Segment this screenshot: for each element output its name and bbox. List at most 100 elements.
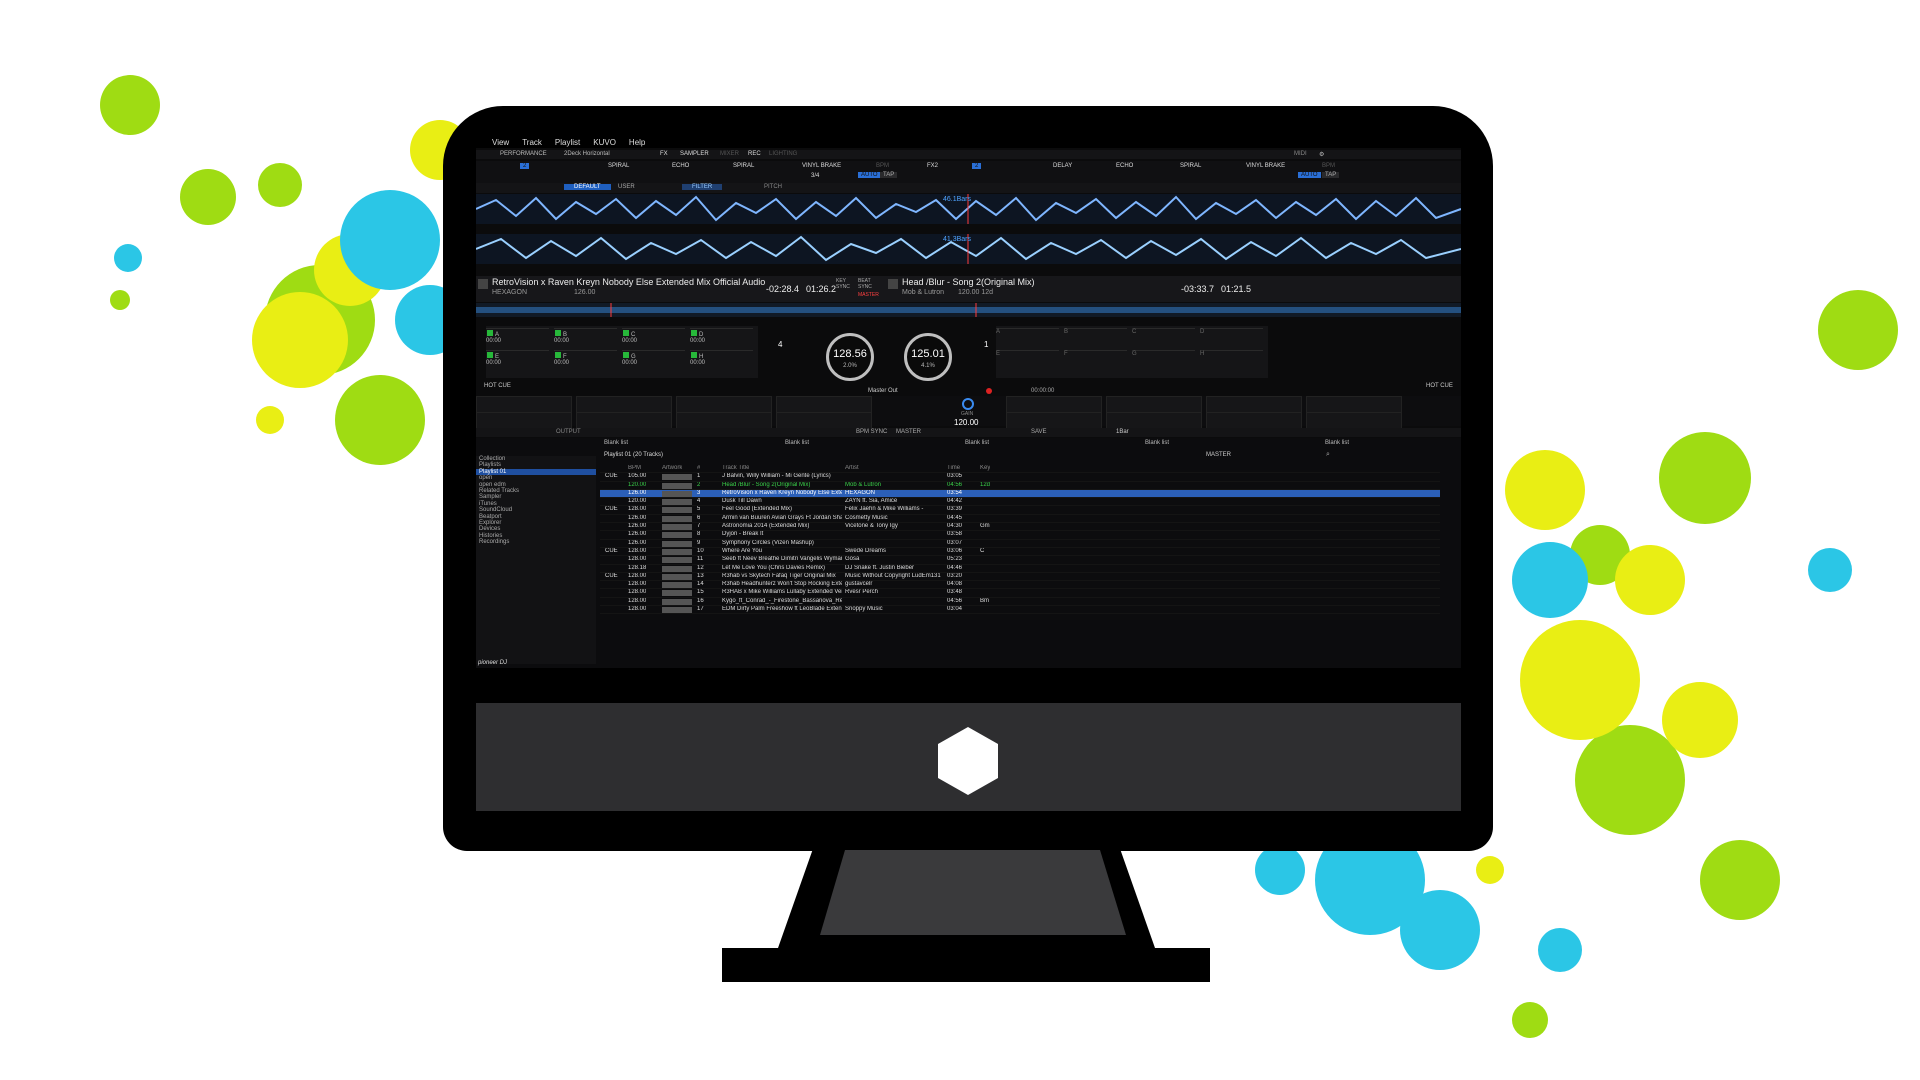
- fx2-tap-button[interactable]: TAP: [1322, 172, 1340, 178]
- pad-b[interactable]: B: [1064, 328, 1127, 347]
- midi-button[interactable]: MIDI: [1294, 151, 1307, 157]
- menu-help[interactable]: Help: [629, 138, 645, 147]
- table-row[interactable]: 126.00 3 RetroVision x Raven Kreyn Nobody …: [600, 489, 1440, 499]
- fx1-tap-button[interactable]: TAP: [880, 172, 898, 178]
- table-row[interactable]: 128.00 16 Kygo_ft_Conrad_-_Firestone_Bassa…: [600, 598, 1440, 607]
- table-row[interactable]: CUE 128.00 5 Feel Good (Extended Mix) Felix …: [600, 506, 1440, 515]
- rec-toggle[interactable]: REC: [748, 151, 761, 157]
- pad-f[interactable]: F 00:00: [554, 350, 617, 369]
- layout-select[interactable]: 2Deck Horizontal: [564, 151, 610, 157]
- table-row[interactable]: 128.00 14 R3hab Headhunterz Won't Stop Roc…: [600, 581, 1440, 590]
- pad-h[interactable]: H: [1200, 350, 1263, 369]
- menu-playlist[interactable]: Playlist: [555, 138, 580, 147]
- fx1-effect-2[interactable]: ECHO: [672, 163, 689, 169]
- default-button[interactable]: DEFAULT: [564, 184, 611, 190]
- pad-g[interactable]: G: [1132, 350, 1195, 369]
- sampler-slot[interactable]: [1206, 412, 1302, 429]
- fx2-channel-button[interactable]: 2: [972, 163, 982, 169]
- table-row[interactable]: CUE 128.00 10 Where Are You Swede Dreams 03:0…: [600, 548, 1440, 557]
- table-row[interactable]: 128.00 15 R3HAB x Mike Williams Lullaby Ex…: [600, 589, 1440, 598]
- table-row[interactable]: 126.00 7 Astronomia 2014 (Extended Mix) Vic…: [600, 523, 1440, 532]
- col-bpm[interactable]: BPM: [628, 465, 641, 472]
- settings-icon[interactable]: ⚙: [1319, 151, 1324, 158]
- menu-kuvo[interactable]: KUVO: [593, 138, 616, 147]
- col-key[interactable]: Key: [980, 465, 990, 472]
- deck2-hotcue-label[interactable]: HOT CUE: [1426, 383, 1453, 389]
- master-out-label[interactable]: Master Out: [868, 388, 898, 394]
- table-row[interactable]: 126.00 9 Symphony Circles (Vizen Mashup) 03…: [600, 540, 1440, 548]
- fx2-effect-2[interactable]: ECHO: [1116, 163, 1133, 169]
- fx2-auto-button[interactable]: AUTO: [1298, 172, 1321, 178]
- col-title[interactable]: Track Title: [722, 465, 749, 472]
- fx2-effect-3[interactable]: SPIRAL: [1180, 163, 1201, 169]
- pad-e[interactable]: E 00:00: [486, 350, 549, 369]
- sampler-slot[interactable]: [676, 412, 772, 429]
- pad-c[interactable]: C: [1132, 328, 1195, 347]
- deck1-beat-sync[interactable]: BEAT SYNC: [858, 278, 876, 290]
- master-button[interactable]: MASTER: [896, 429, 921, 435]
- fx2-effect-1[interactable]: DELAY: [1053, 163, 1072, 169]
- deck1-master[interactable]: MASTER: [858, 292, 879, 298]
- table-row[interactable]: CUE 128.00 13 R3hab vs Skytech Fafaq Tiger …: [600, 573, 1440, 582]
- gain-knob-icon[interactable]: [962, 398, 974, 410]
- sampler-slot[interactable]: [576, 396, 672, 413]
- table-row[interactable]: 120.00 2 Head /Blur - Song 2(Original Mix)…: [600, 482, 1440, 490]
- fx2-effect-4[interactable]: VINYL BRAKE: [1246, 163, 1285, 169]
- rec-button[interactable]: [986, 388, 992, 394]
- sampler-slot[interactable]: [1106, 396, 1202, 413]
- deck1-jog[interactable]: 128.56 2.0%: [826, 333, 874, 381]
- mixer-toggle[interactable]: MIXER: [720, 151, 739, 157]
- pad-d[interactable]: D: [1200, 328, 1263, 347]
- table-row[interactable]: 120.00 4 Dusk Till Dawn ZAYN ft. Sia, Amice…: [600, 498, 1440, 507]
- search-icon[interactable]: ⌕: [1326, 451, 1330, 459]
- table-row[interactable]: 126.00 6 Armin van Buuren Avian Grays Ft J…: [600, 515, 1440, 524]
- table-row[interactable]: 126.00 8 Dyjon - Break It 03:58: [600, 531, 1440, 540]
- user-button[interactable]: USER: [618, 184, 635, 190]
- fx1-beat[interactable]: 3/4: [811, 173, 819, 179]
- tab-blank-list[interactable]: Blank list: [1145, 440, 1169, 446]
- sampler-toggle[interactable]: SAMPLER: [680, 151, 709, 157]
- bpm-sync-button[interactable]: BPM SYNC: [856, 429, 887, 435]
- sampler-slot[interactable]: [476, 412, 572, 429]
- pad-f[interactable]: F: [1064, 350, 1127, 369]
- table-row[interactable]: 128.18 12 Let Me Love You (Chris Davies Re…: [600, 565, 1440, 573]
- col-time[interactable]: Time: [947, 465, 960, 472]
- filter-button[interactable]: FILTER: [682, 184, 723, 190]
- sampler-slot[interactable]: [776, 412, 872, 429]
- pad-h[interactable]: H 00:00: [690, 350, 753, 369]
- pad-e[interactable]: E: [996, 350, 1059, 369]
- col-number[interactable]: #: [697, 465, 700, 472]
- table-row[interactable]: 128.00 11 Seeb ft Neev Breathe Dimitri Van…: [600, 556, 1440, 565]
- tab-blank-list[interactable]: Blank list: [604, 440, 628, 446]
- sampler-slot[interactable]: [1106, 412, 1202, 429]
- fx1-channel-button[interactable]: 2: [520, 163, 530, 169]
- fx1-effect-4[interactable]: VINYL BRAKE: [802, 163, 841, 169]
- tab-blank-list[interactable]: Blank list: [785, 440, 809, 446]
- sampler-slot[interactable]: [1006, 412, 1102, 429]
- bar-select[interactable]: 1Bar: [1116, 429, 1129, 435]
- menu-view[interactable]: View: [492, 138, 509, 147]
- tab-blank-list[interactable]: Blank list: [1325, 440, 1349, 446]
- tab-blank-list[interactable]: Blank list: [965, 440, 989, 446]
- fx-toggle[interactable]: FX: [660, 151, 668, 157]
- table-row[interactable]: CUE 105.00 1 J Balvin, Willy William - Mi G…: [600, 473, 1440, 482]
- pad-a[interactable]: A: [996, 328, 1059, 347]
- deck1-beat-jump[interactable]: 4: [778, 340, 782, 349]
- pad-a[interactable]: A 00:00: [486, 328, 549, 347]
- col-artwork[interactable]: Artwork: [662, 465, 682, 472]
- save-button[interactable]: SAVE: [1031, 429, 1047, 435]
- pad-d[interactable]: D 00:00: [690, 328, 753, 347]
- sampler-slot[interactable]: [476, 396, 572, 413]
- pad-g[interactable]: G 00:00: [622, 350, 685, 369]
- sampler-slot[interactable]: [676, 396, 772, 413]
- track-overview[interactable]: [476, 303, 1461, 317]
- fx1-effect-1[interactable]: SPIRAL: [608, 163, 629, 169]
- table-row[interactable]: 128.00 17 EDM Dirty Palm Freeshow ft LeoBl…: [600, 606, 1440, 615]
- sampler-slot[interactable]: [1206, 396, 1302, 413]
- output-label[interactable]: OUTPUT: [556, 429, 581, 435]
- tree-item[interactable]: Recordings: [476, 539, 596, 545]
- sampler-slot[interactable]: [776, 396, 872, 413]
- mode-select[interactable]: PERFORMANCE: [500, 151, 547, 157]
- deck2-jog[interactable]: 125.01 4.1%: [904, 333, 952, 381]
- pad-b[interactable]: B 00:00: [554, 328, 617, 347]
